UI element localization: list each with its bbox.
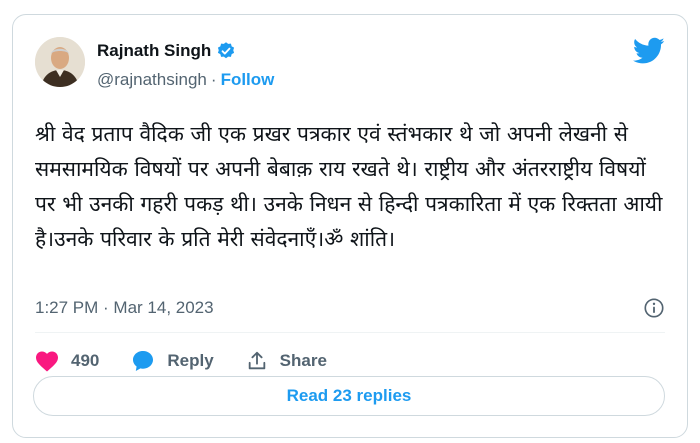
reply-button[interactable]: Reply [131,349,214,373]
info-icon[interactable] [643,297,665,319]
verified-badge-icon [216,41,236,61]
action-bar: 490 Reply Share [35,349,359,373]
reply-label: Reply [167,351,214,370]
divider [35,332,665,333]
share-icon [246,350,268,372]
author-name[interactable]: Rajnath Singh [97,41,211,61]
like-count: 490 [71,351,100,370]
tweet-timestamp[interactable]: 1:27 PM · Mar 14, 2023 [35,298,214,318]
avatar[interactable] [35,37,85,87]
reply-bubble-icon [131,349,155,373]
author-name-row: Rajnath Singh [97,41,236,61]
twitter-bird-icon[interactable] [632,37,665,65]
like-button[interactable]: 490 [35,350,99,372]
follow-link[interactable]: Follow [221,70,275,90]
heart-icon [35,350,59,372]
tweet-text: श्री वेद प्रताप वैदिक जी एक प्रखर पत्रका… [35,122,670,251]
share-button[interactable]: Share [246,350,327,372]
author-handle[interactable]: @rajnathsingh [97,70,207,90]
tweet-card: Rajnath Singh @rajnathsingh · Follow श्र… [12,14,688,438]
author-handle-row: @rajnathsingh · Follow [97,70,274,90]
read-replies-button[interactable]: Read 23 replies [33,376,665,416]
share-label: Share [279,351,327,370]
separator-dot: · [210,70,217,89]
